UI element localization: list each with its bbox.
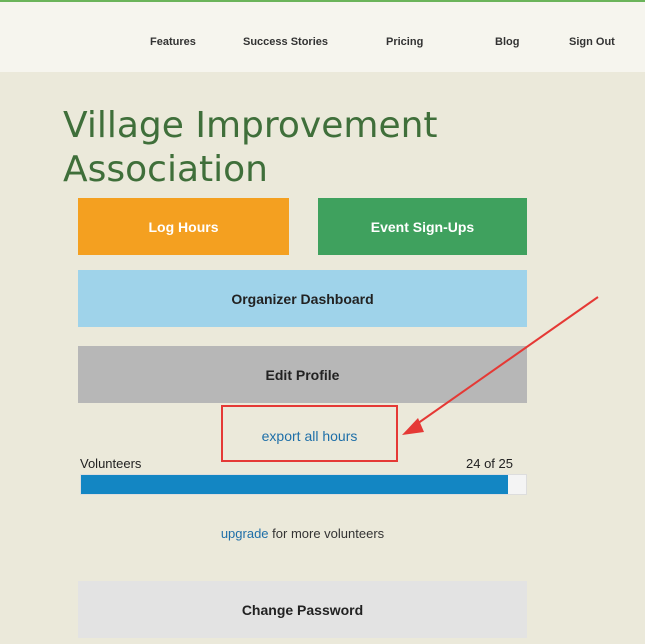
change-password-button[interactable]: Change Password — [78, 581, 527, 638]
upgrade-message: upgrade for more volunteers — [78, 526, 527, 541]
annotation-arrow — [402, 296, 599, 435]
volunteers-progress-fill — [81, 475, 509, 494]
upgrade-link[interactable]: upgrade — [221, 526, 269, 541]
volunteers-count: 24 of 25 — [466, 456, 513, 471]
volunteers-label: Volunteers — [80, 456, 142, 471]
volunteers-progress-bar — [80, 474, 527, 495]
upgrade-suffix: for more volunteers — [268, 526, 385, 541]
